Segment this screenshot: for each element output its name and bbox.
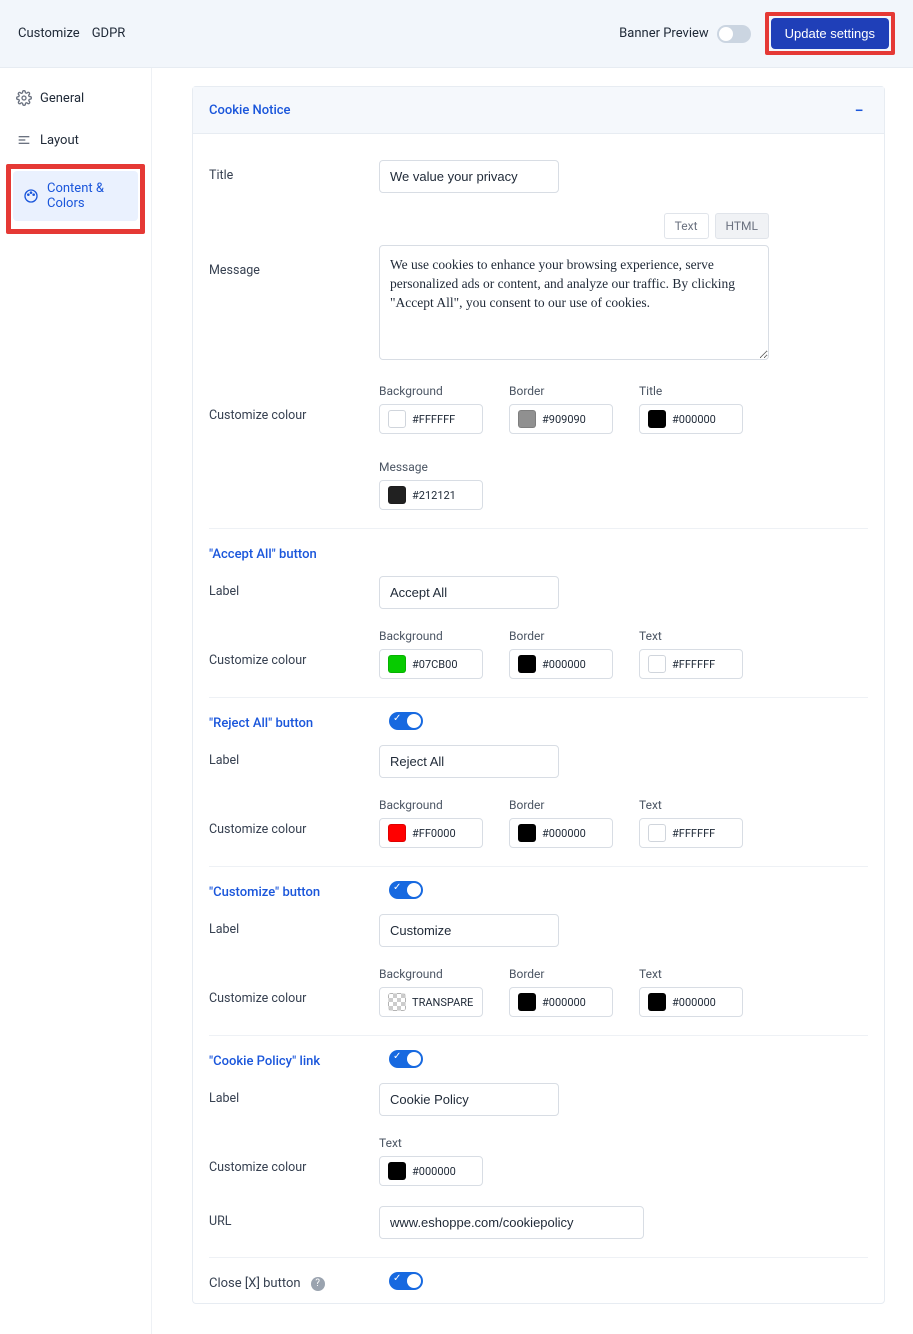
panel-header: Cookie Notice − xyxy=(193,87,884,134)
panel-title: Cookie Notice xyxy=(209,103,291,118)
color-picker-background[interactable]: #FFFFFF xyxy=(379,404,483,434)
color-label-background: Background xyxy=(379,384,483,398)
breadcrumb-customize[interactable]: Customize xyxy=(18,26,80,41)
color-picker-reject-bg[interactable]: #FF0000 xyxy=(379,818,483,848)
gear-icon xyxy=(16,90,32,106)
swatch-icon xyxy=(518,655,536,673)
sidebar: General Layout Content & Colors xyxy=(0,68,152,1334)
breadcrumb-gdpr[interactable]: GDPR xyxy=(92,26,126,41)
message-textarea[interactable] xyxy=(379,245,769,360)
close-x-toggle[interactable] xyxy=(389,1272,423,1290)
cookie-policy-colour-label: Customize colour xyxy=(209,1136,359,1175)
color-picker-accept-text[interactable]: #FFFFFF xyxy=(639,649,743,679)
swatch-icon xyxy=(648,824,666,842)
customize-colour-label: Customize colour xyxy=(209,384,359,423)
swatch-icon xyxy=(388,824,406,842)
banner-preview-toggle-wrap: Banner Preview xyxy=(619,25,750,43)
sidebar-item-label: Content & Colors xyxy=(47,181,128,211)
swatch-icon xyxy=(518,410,536,428)
section-cookie-policy: "Cookie Policy" link xyxy=(209,1044,389,1073)
sidebar-item-label: Layout xyxy=(40,133,79,148)
customize-toggle[interactable] xyxy=(389,881,423,899)
color-picker-border[interactable]: #909090 xyxy=(509,404,613,434)
swatch-icon xyxy=(518,993,536,1011)
banner-preview-toggle[interactable] xyxy=(717,25,751,43)
reject-all-toggle[interactable] xyxy=(389,712,423,730)
swatch-icon xyxy=(388,993,406,1011)
swatch-icon xyxy=(648,410,666,428)
section-accept-all: "Accept All" button xyxy=(209,537,868,566)
swatch-icon xyxy=(518,824,536,842)
update-settings-button[interactable]: Update settings xyxy=(771,18,889,49)
section-customize: "Customize" button xyxy=(209,875,389,904)
topbar: Customize GDPR Banner Preview Update set… xyxy=(0,0,913,68)
accept-label-label: Label xyxy=(209,576,359,599)
swatch-icon xyxy=(388,486,406,504)
message-label: Message xyxy=(209,213,359,278)
customize-colour-label2: Customize colour xyxy=(209,967,359,1006)
highlight-update-settings: Update settings xyxy=(765,12,895,55)
color-picker-accept-bg[interactable]: #07CB00 xyxy=(379,649,483,679)
banner-preview-label: Banner Preview xyxy=(619,26,708,41)
accept-colour-label: Customize colour xyxy=(209,629,359,668)
color-picker-reject-border[interactable]: #000000 xyxy=(509,818,613,848)
collapse-icon[interactable]: − xyxy=(850,101,868,119)
customize-label-input[interactable] xyxy=(379,914,559,947)
bars-icon xyxy=(16,132,32,148)
main: Cookie Notice − Title Message Text xyxy=(152,68,913,1334)
tab-html[interactable]: HTML xyxy=(715,213,770,239)
color-label-title: Title xyxy=(639,384,743,398)
sidebar-item-content-colors[interactable]: Content & Colors xyxy=(13,171,138,221)
tab-text[interactable]: Text xyxy=(664,213,709,239)
color-picker-customize-bg[interactable]: TRANSPARE xyxy=(379,987,483,1017)
highlight-content-colors: Content & Colors xyxy=(6,164,145,234)
color-picker-customize-text[interactable]: #000000 xyxy=(639,987,743,1017)
section-close-x: Close [X] button ? xyxy=(209,1266,389,1295)
reject-label-label: Label xyxy=(209,745,359,768)
sidebar-item-layout[interactable]: Layout xyxy=(6,122,145,158)
cookie-policy-label-input[interactable] xyxy=(379,1083,559,1116)
title-input[interactable] xyxy=(379,160,559,193)
reject-label-input[interactable] xyxy=(379,745,559,778)
color-picker-reject-text[interactable]: #FFFFFF xyxy=(639,818,743,848)
customize-label-label: Label xyxy=(209,914,359,937)
swatch-icon xyxy=(648,655,666,673)
reject-colour-label: Customize colour xyxy=(209,798,359,837)
palette-icon xyxy=(23,188,39,204)
breadcrumb: Customize GDPR xyxy=(18,26,125,41)
color-picker-customize-border[interactable]: #000000 xyxy=(509,987,613,1017)
color-picker-accept-border[interactable]: #000000 xyxy=(509,649,613,679)
url-label: URL xyxy=(209,1206,359,1229)
swatch-icon xyxy=(388,410,406,428)
color-picker-title[interactable]: #000000 xyxy=(639,404,743,434)
swatch-icon xyxy=(388,1162,406,1180)
swatch-icon xyxy=(388,655,406,673)
cookie-policy-label-label: Label xyxy=(209,1083,359,1106)
cookie-notice-panel: Cookie Notice − Title Message Text xyxy=(192,86,885,1304)
swatch-icon xyxy=(648,993,666,1011)
help-icon[interactable]: ? xyxy=(311,1277,325,1291)
sidebar-item-general[interactable]: General xyxy=(6,80,145,116)
accept-label-input[interactable] xyxy=(379,576,559,609)
title-label: Title xyxy=(209,160,359,183)
cookie-policy-toggle[interactable] xyxy=(389,1050,423,1068)
color-label-message: Message xyxy=(379,460,483,474)
sidebar-item-label: General xyxy=(40,91,84,106)
color-label-border: Border xyxy=(509,384,613,398)
color-picker-cookie-text[interactable]: #000000 xyxy=(379,1156,483,1186)
color-picker-message[interactable]: #212121 xyxy=(379,480,483,510)
section-reject-all: "Reject All" button xyxy=(209,706,389,735)
url-input[interactable] xyxy=(379,1206,644,1239)
